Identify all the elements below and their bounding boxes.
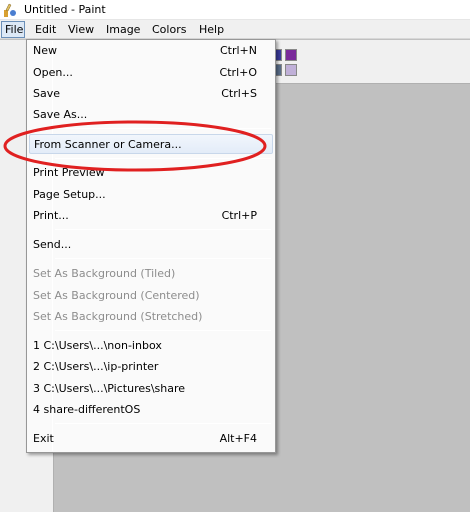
menu-item-set-background-tiled: Set As Background (Tiled) [29,264,273,284]
menu-item-send[interactable]: Send... [29,235,273,255]
title-bar: Untitled - Paint [0,0,470,20]
menu-item-label: Save [33,87,61,100]
menu-file[interactable]: File [1,21,25,38]
menu-separator [55,229,271,230]
menu-item-label: 2 C:\Users\...\ip-printer [33,360,159,373]
menu-item-page-setup[interactable]: Page Setup... [29,185,273,205]
menu-item-label: 1 C:\Users\...\non-inbox [33,339,162,352]
menu-help[interactable]: Help [196,21,227,38]
menu-item-recent-file-2[interactable]: 2 C:\Users\...\ip-printer [29,357,273,377]
menu-item-label: Set As Background (Centered) [33,289,200,302]
menu-separator [55,423,271,424]
menu-edit[interactable]: Edit [32,21,59,38]
window-title: Untitled - Paint [24,3,106,16]
menu-item-print-preview[interactable]: Print Preview [29,163,273,183]
menu-item-open[interactable]: Open... Ctrl+O [29,63,273,83]
menu-item-label: New [33,44,57,57]
menu-item-recent-file-4[interactable]: 4 share-differentOS [29,400,273,420]
menu-view[interactable]: View [65,21,97,38]
menu-item-label: Page Setup... [33,188,106,201]
palette-swatch[interactable] [285,64,297,76]
menu-item-recent-file-1[interactable]: 1 C:\Users\...\non-inbox [29,336,273,356]
menu-item-set-background-centered: Set As Background (Centered) [29,286,273,306]
menu-item-label: Open... [33,66,73,79]
paint-app-icon[interactable] [2,2,18,18]
menu-item-shortcut: Ctrl+P [221,209,257,222]
menu-bar: File Edit View Image Colors Help [0,20,470,39]
menu-item-label: Save As... [33,108,88,121]
menu-item-shortcut: Ctrl+O [219,66,257,79]
menu-colors[interactable]: Colors [149,21,189,38]
menu-separator [55,158,271,159]
menu-item-label: Set As Background (Stretched) [33,310,203,323]
menu-item-label: Send... [33,238,72,251]
menu-item-set-background-stretched: Set As Background (Stretched) [29,307,273,327]
menu-item-from-scanner-or-camera[interactable]: From Scanner or Camera... [29,134,273,154]
menu-item-shortcut: Ctrl+S [221,87,257,100]
menu-item-shortcut: Ctrl+N [219,44,257,57]
menu-separator [55,330,271,331]
menu-item-label: 4 share-differentOS [33,403,141,416]
menu-item-label: 3 C:\Users\...\Pictures\share [33,382,186,395]
menu-item-label: From Scanner or Camera... [34,138,182,151]
menu-separator [55,128,271,129]
menu-separator [55,258,271,259]
file-menu-dropdown: New Ctrl+N Open... Ctrl+O Save Ctrl+S Sa… [26,39,276,453]
menu-item-recent-file-3[interactable]: 3 C:\Users\...\Pictures\share [29,379,273,399]
menu-item-new[interactable]: New Ctrl+N [29,41,273,61]
menu-item-label: Print Preview [33,166,105,179]
menu-item-print[interactable]: Print... Ctrl+P [29,206,273,226]
palette-swatch[interactable] [285,49,297,61]
menu-item-save-as[interactable]: Save As... [29,105,273,125]
menu-item-label: Print... [33,209,69,222]
menu-item-label: Set As Background (Tiled) [33,267,176,280]
menu-item-exit[interactable]: Exit Alt+F4 [29,429,273,449]
menu-item-label: Exit [33,432,54,445]
menu-item-shortcut: Alt+F4 [219,432,257,445]
menu-image[interactable]: Image [103,21,143,38]
menu-item-save[interactable]: Save Ctrl+S [29,84,273,104]
